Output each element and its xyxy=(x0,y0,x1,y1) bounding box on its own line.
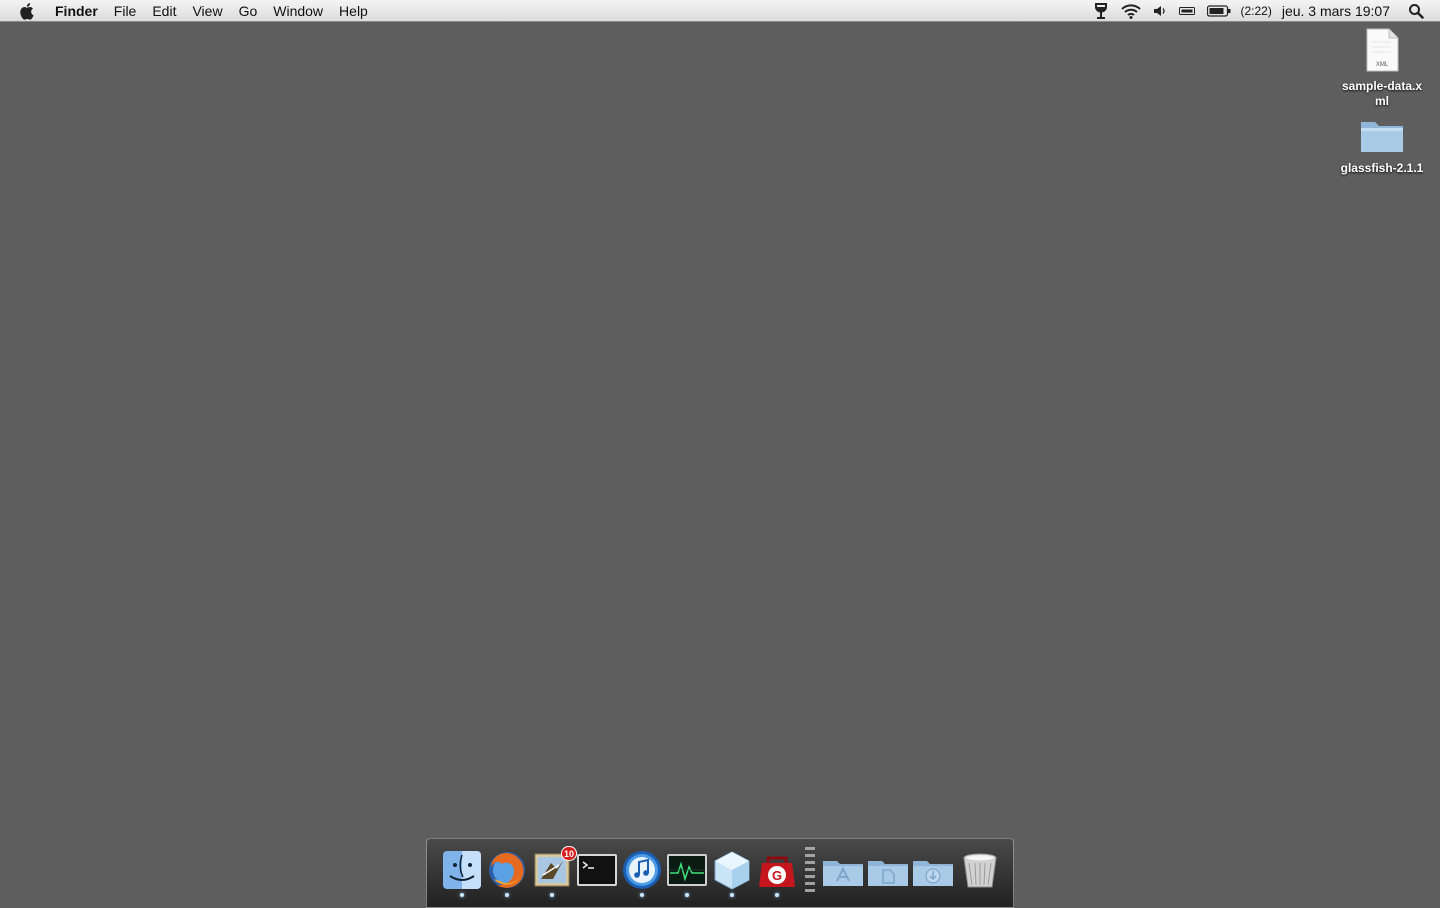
menu-go[interactable]: Go xyxy=(231,0,266,22)
documents-stack-icon xyxy=(868,861,908,886)
menu-help[interactable]: Help xyxy=(331,0,376,22)
dock-item-trash[interactable] xyxy=(959,849,1001,891)
menu-app-finder[interactable]: Finder xyxy=(53,0,106,22)
dock-item-itunes[interactable] xyxy=(621,849,663,891)
xml-document-icon: XML xyxy=(1365,28,1399,77)
desktop-file-label: sample-data.xml xyxy=(1341,79,1423,108)
menu-bar-left: Finder File Edit View Go Window Help xyxy=(0,0,376,22)
time-machine-icon[interactable] xyxy=(1093,0,1109,22)
dock-item-finder[interactable] xyxy=(441,849,483,891)
dock-running-indicator xyxy=(550,893,554,897)
mail-unread-badge: 10 xyxy=(560,846,577,861)
desktop-folder-label: glassfish-2.1.1 xyxy=(1340,161,1424,175)
menu-window[interactable]: Window xyxy=(265,0,331,22)
dock: 10 G xyxy=(426,838,1014,908)
dock-running-indicator xyxy=(640,893,644,897)
trash-icon xyxy=(963,853,997,888)
dock-stack-documents[interactable] xyxy=(866,849,908,891)
terminal-icon xyxy=(577,854,617,886)
dock-stack-applications[interactable] xyxy=(821,849,863,891)
dock-running-indicator xyxy=(460,893,464,897)
dock-running-indicator xyxy=(775,893,779,897)
firefox-icon xyxy=(489,852,525,888)
dock-item-activity-monitor[interactable] xyxy=(666,849,708,891)
menu-clock[interactable]: jeu. 3 mars 19:07 xyxy=(1282,3,1390,19)
dock-item-virtualbox[interactable] xyxy=(711,849,753,891)
dock-running-indicator xyxy=(505,893,509,897)
activity-monitor-icon xyxy=(667,854,707,886)
wifi-icon[interactable] xyxy=(1121,0,1142,22)
dock-item-git-toolbox[interactable]: G xyxy=(756,849,798,891)
spotlight-search-icon[interactable] xyxy=(1408,0,1424,22)
volume-icon[interactable] xyxy=(1153,0,1167,22)
menu-bar-status: (2:22) jeu. 3 mars 19:07 xyxy=(1087,0,1440,22)
dock-running-indicator xyxy=(685,893,689,897)
itunes-icon xyxy=(623,851,661,889)
menu-file[interactable]: File xyxy=(106,0,145,22)
virtualbox-icon xyxy=(714,851,750,890)
menu-view[interactable]: View xyxy=(184,0,230,22)
finder-icon xyxy=(443,851,481,889)
folder-icon xyxy=(1359,116,1405,159)
dock-item-firefox[interactable] xyxy=(486,849,528,891)
battery-icon[interactable] xyxy=(1207,0,1231,22)
xml-file-type-label: XML xyxy=(1376,62,1389,68)
keyboard-icon[interactable] xyxy=(1179,0,1196,22)
dock-stack-downloads[interactable] xyxy=(911,849,953,891)
dock-item-mail[interactable]: 10 xyxy=(531,846,577,891)
apple-logo-icon[interactable] xyxy=(19,2,37,20)
desktop-folder-glassfish[interactable]: glassfish-2.1.1 xyxy=(1334,116,1430,176)
svg-text:G: G xyxy=(772,868,782,883)
desktop-file-sample-data[interactable]: XML sample-data.xml xyxy=(1334,28,1430,109)
git-toolbox-icon: G xyxy=(759,856,795,887)
battery-time-remaining: (2:22) xyxy=(1240,3,1272,18)
applications-stack-icon xyxy=(823,861,863,886)
menu-bar: Finder File Edit View Go Window Help (2:… xyxy=(0,0,1440,22)
menu-edit[interactable]: Edit xyxy=(144,0,184,22)
dock-running-indicator xyxy=(730,893,734,897)
dock-separator[interactable] xyxy=(805,847,815,893)
dock-item-terminal[interactable] xyxy=(576,849,618,891)
downloads-stack-icon xyxy=(913,861,953,886)
